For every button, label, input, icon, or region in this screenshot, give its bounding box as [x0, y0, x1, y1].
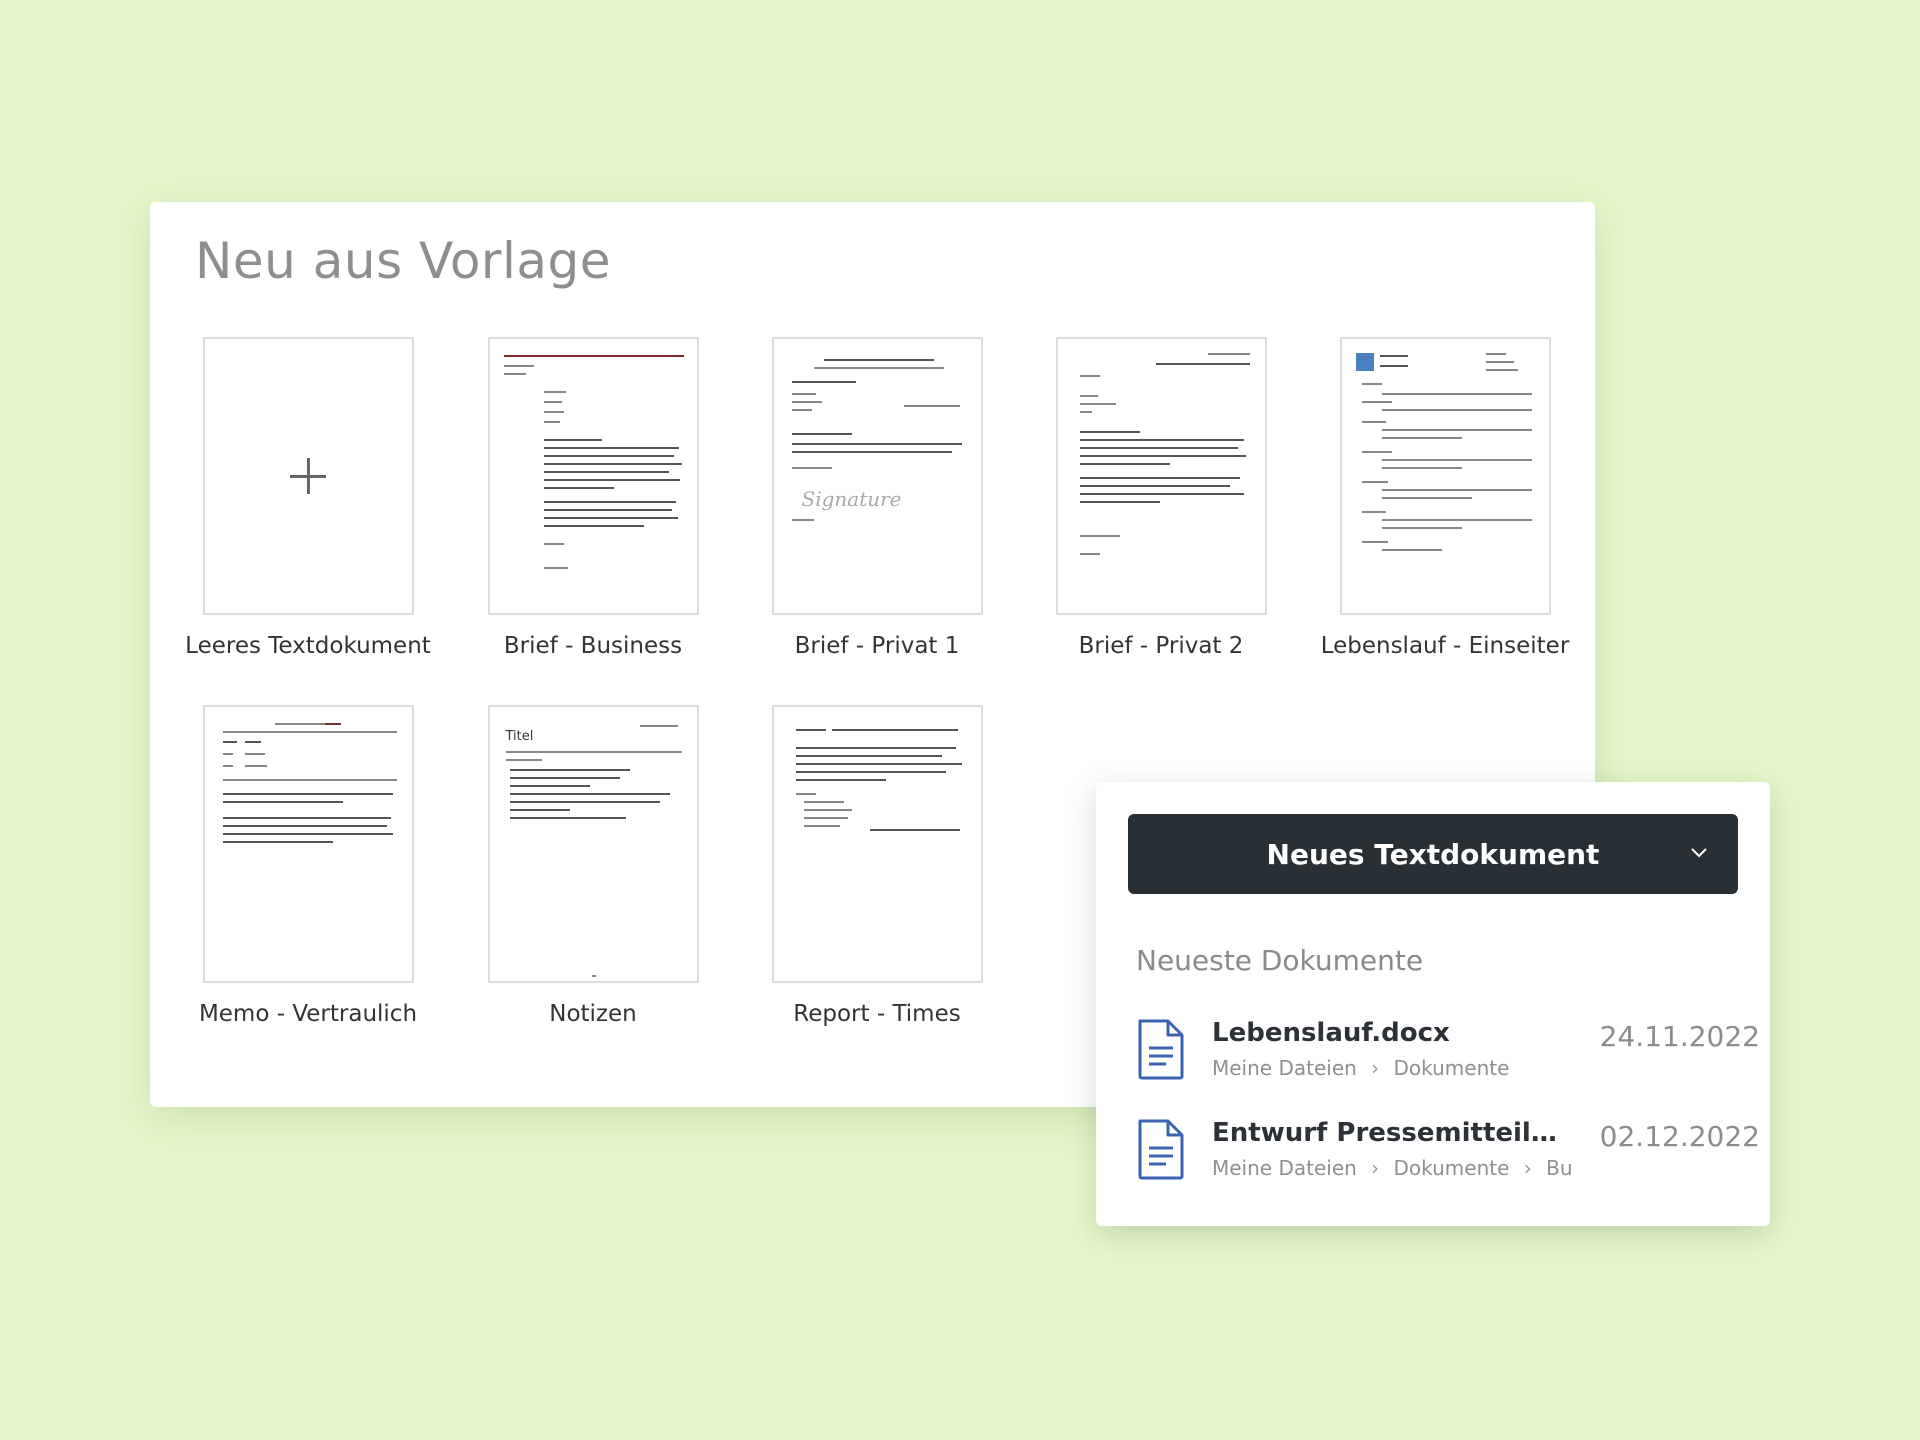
chevron-right-icon: › — [1371, 1056, 1380, 1080]
template-resume-one-page[interactable]: Lebenslauf - Einseiter — [1303, 337, 1587, 659]
template-thumbnail — [202, 705, 414, 983]
recent-document-row[interactable]: Lebenslauf.docx Meine Dateien › Dokument… — [1136, 1018, 1760, 1098]
chevron-down-icon[interactable] — [1690, 844, 1708, 862]
chevron-right-icon: › — [1371, 1156, 1380, 1180]
thumbnail-title: Titel — [505, 729, 534, 744]
path-segment: Meine Dateien — [1212, 1156, 1357, 1180]
template-thumbnail — [202, 337, 414, 615]
document-date: 24.11.2022 — [1599, 1020, 1760, 1053]
document-path: Meine Dateien › Dokumente — [1212, 1056, 1509, 1080]
template-label: Notizen — [549, 1001, 637, 1027]
recent-documents-heading: Neueste Dokumente — [1136, 944, 1424, 977]
documents-panel: Neues Textdokument Neueste Dokumente Leb… — [1096, 782, 1770, 1226]
template-label: Brief - Business — [503, 633, 683, 659]
template-label: Brief - Privat 1 — [794, 633, 960, 659]
document-icon — [1138, 1019, 1184, 1080]
template-thumbnail: Signature — [771, 337, 983, 615]
template-memo-confidential[interactable]: Memo - Vertraulich — [166, 705, 450, 1027]
template-letter-private-2[interactable]: Brief - Privat 2 — [1019, 337, 1303, 659]
recent-document-row[interactable]: Entwurf Pressemitteilung.... Meine Datei… — [1136, 1118, 1760, 1198]
path-segment: Dokumente — [1393, 1156, 1510, 1180]
template-thumbnail: Titel — [487, 705, 699, 983]
document-path: Meine Dateien › Dokumente › Bu... — [1212, 1156, 1572, 1180]
template-thumbnail — [487, 337, 699, 615]
path-segment: Meine Dateien — [1212, 1056, 1357, 1080]
template-thumbnail — [1055, 337, 1267, 615]
chevron-right-icon: › — [1523, 1156, 1532, 1180]
document-name: Entwurf Pressemitteilung.... — [1212, 1118, 1557, 1148]
path-segment: Bu... — [1546, 1156, 1572, 1180]
template-thumbnail — [771, 705, 983, 983]
template-letter-private-1[interactable]: Signature Brief - Privat 1 — [735, 337, 1019, 659]
new-button-label: Neues Textdokument — [1266, 837, 1600, 871]
template-blank-text-document[interactable]: Leeres Textdokument — [166, 337, 450, 659]
path-segment: Dokumente — [1393, 1056, 1510, 1080]
template-thumbnail — [1339, 337, 1551, 615]
template-label: Memo - Vertraulich — [198, 1001, 418, 1027]
template-label: Brief - Privat 2 — [1078, 633, 1244, 659]
template-label: Leeres Textdokument — [185, 633, 431, 659]
new-text-document-button[interactable]: Neues Textdokument — [1128, 814, 1738, 894]
document-icon — [1138, 1119, 1184, 1180]
panel-title: Neu aus Vorlage — [195, 232, 612, 290]
plus-icon — [290, 458, 326, 494]
document-date: 02.12.2022 — [1599, 1120, 1760, 1153]
template-label: Report - Times — [793, 1001, 961, 1027]
document-name: Lebenslauf.docx — [1212, 1018, 1450, 1048]
template-notes[interactable]: Titel Notizen — [451, 705, 735, 1027]
template-report-times[interactable]: Report - Times — [735, 705, 1019, 1027]
template-letter-business[interactable]: Brief - Business — [451, 337, 735, 659]
template-label: Lebenslauf - Einseiter — [1320, 633, 1570, 659]
